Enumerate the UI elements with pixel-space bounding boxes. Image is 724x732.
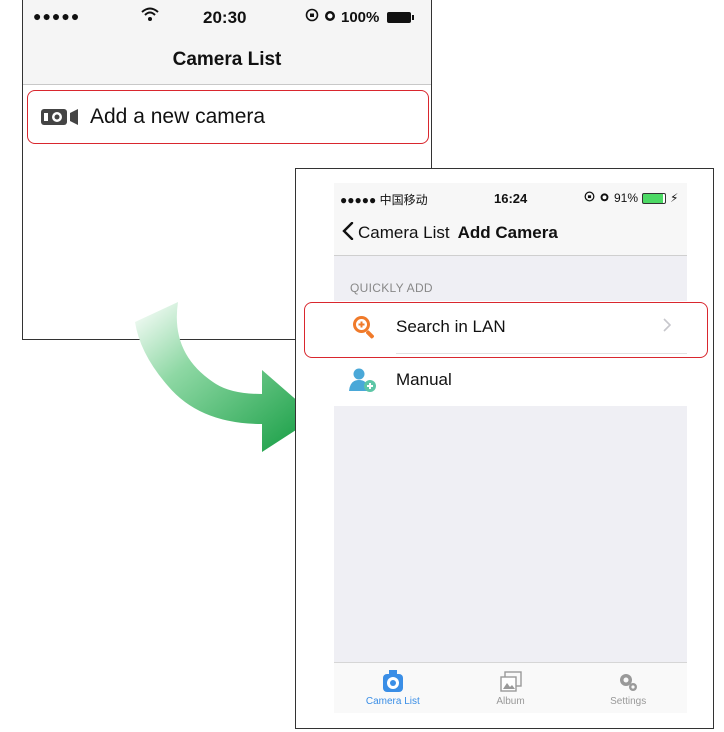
chevron-left-icon	[342, 221, 354, 245]
add-camera-button[interactable]: Add a new camera	[27, 90, 429, 144]
section-header: QUICKLY ADD	[350, 281, 433, 295]
alarm-icon	[323, 8, 337, 26]
tab-camera-list[interactable]: Camera List	[334, 663, 452, 713]
add-options-list: Search in LAN Manual	[334, 301, 687, 406]
search-lan-label: Search in LAN	[396, 317, 506, 336]
manual-row[interactable]: Manual	[334, 354, 687, 406]
status-time: 16:24	[494, 191, 528, 206]
tab-album[interactable]: Album	[452, 663, 570, 713]
phone-screen: ●●●●● 中国移动 16:24 91% ⚡ Camera List Add C…	[334, 183, 687, 713]
charging-icon: ⚡	[670, 191, 679, 205]
rotation-lock-icon	[305, 8, 319, 26]
page-title: Camera List	[172, 49, 282, 70]
battery-percent: 91%	[614, 191, 639, 205]
tab-camera-list-label: Camera List	[365, 695, 420, 707]
chevron-right-icon	[663, 318, 672, 337]
battery-percent: 100%	[341, 8, 380, 26]
back-button[interactable]: Camera List	[342, 221, 450, 245]
manual-label: Manual	[396, 370, 452, 389]
gear-icon	[617, 670, 639, 694]
tab-settings-label: Settings	[610, 695, 647, 707]
status-right: 100%	[305, 8, 415, 26]
status-bar: ●●●●● 20:30 100%	[23, 0, 431, 36]
nav-bar: Camera List	[23, 36, 431, 85]
back-label: Camera List	[358, 223, 450, 242]
battery-icon	[387, 11, 415, 23]
video-camera-icon	[40, 106, 82, 128]
add-user-icon	[344, 367, 384, 393]
wifi-icon	[141, 6, 159, 26]
album-icon	[499, 670, 522, 694]
search-plus-icon	[344, 314, 384, 340]
status-right: 91% ⚡	[584, 191, 678, 205]
search-lan-row[interactable]: Search in LAN	[334, 301, 687, 353]
status-bar: ●●●●● 中国移动 16:24 91% ⚡	[334, 183, 687, 211]
transition-arrow	[120, 300, 320, 460]
nav-bar: Camera List Add Camera	[334, 211, 687, 256]
carrier-label: ●●●●● 中国移动	[340, 193, 428, 207]
alarm-icon	[599, 191, 610, 205]
signal-strength: ●●●●●	[33, 8, 81, 24]
add-camera-screen: ●●●●● 中国移动 16:24 91% ⚡ Camera List Add C…	[295, 168, 714, 729]
tab-album-label: Album	[496, 695, 525, 707]
tab-settings[interactable]: Settings	[569, 663, 687, 713]
battery-icon	[642, 192, 667, 204]
camera-icon	[382, 669, 404, 694]
rotation-lock-icon	[584, 191, 595, 205]
page-title: Add Camera	[457, 223, 558, 242]
status-time: 20:30	[203, 8, 247, 27]
add-camera-label: Add a new camera	[90, 105, 266, 128]
tab-bar: Camera List Album Settings	[334, 662, 687, 713]
